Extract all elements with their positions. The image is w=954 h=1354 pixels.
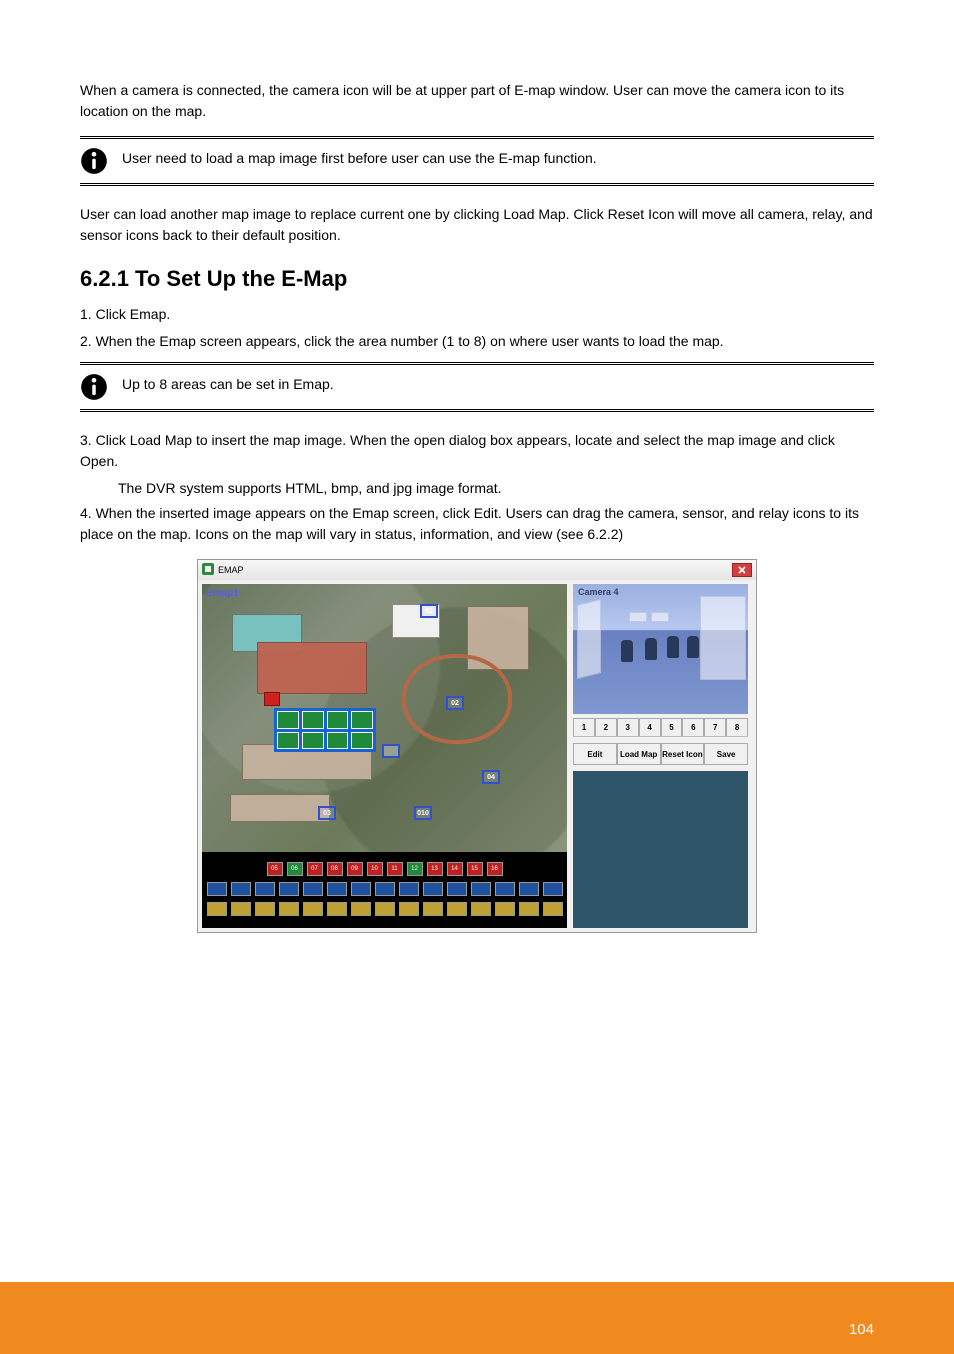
tray-icon[interactable] (423, 882, 443, 896)
tab-area-4[interactable]: 4 (639, 718, 661, 736)
tray-icon[interactable]: 10 (367, 862, 383, 876)
section-title: 6.2.1 To Set Up the E-Map (80, 266, 874, 292)
edit-button[interactable]: Edit (573, 743, 617, 765)
camera-marker[interactable]: 02 (446, 696, 464, 710)
tab-area-2[interactable]: 2 (595, 718, 617, 736)
tray-icon[interactable] (231, 902, 251, 916)
area-label: Emap1 (206, 588, 239, 599)
tray-icon[interactable] (231, 882, 251, 896)
page-number: 104 (849, 1321, 874, 1338)
tray-icon[interactable]: 06 (287, 862, 303, 876)
tab-area-5[interactable]: 5 (661, 718, 683, 736)
tray-icon[interactable] (375, 902, 395, 916)
tray-icon[interactable] (471, 882, 491, 896)
step3-num: 3. (80, 432, 92, 448)
tray-icon[interactable] (423, 902, 443, 916)
tab-area-6[interactable]: 6 (682, 718, 704, 736)
camera-marker[interactable] (382, 744, 400, 758)
tray-icon[interactable] (207, 902, 227, 916)
tray-icon[interactable]: 14 (447, 862, 463, 876)
tray-icon[interactable]: 07 (307, 862, 323, 876)
paragraph-2: User can load another map image to repla… (80, 204, 874, 246)
tray-icon[interactable]: 15 (467, 862, 483, 876)
paragraph-1: When a camera is connected, the camera i… (80, 80, 874, 122)
step1-text: Click Emap. (96, 306, 171, 322)
tray-icon[interactable]: 08 (327, 862, 343, 876)
tray-icon[interactable] (399, 902, 419, 916)
load-map-button[interactable]: Load Map (617, 743, 661, 765)
tray-icon[interactable]: 05 (267, 862, 283, 876)
note-1-text: User need to load a map image first befo… (122, 147, 874, 169)
tray-icon[interactable] (447, 882, 467, 896)
save-button[interactable]: Save (704, 743, 748, 765)
tray-icon[interactable] (471, 902, 491, 916)
tray-icon[interactable] (519, 902, 539, 916)
tray-icon[interactable]: 09 (347, 862, 363, 876)
tray-icon[interactable] (255, 902, 275, 916)
step3-text: Click Load Map to insert the map image. … (80, 432, 835, 469)
emap-titlebar[interactable]: EMAP (198, 560, 756, 580)
page-footer: 104 (0, 1282, 954, 1354)
tray-icon[interactable] (543, 902, 563, 916)
tray-icon[interactable] (207, 882, 227, 896)
tray-icon[interactable] (351, 902, 371, 916)
tray-icon[interactable] (543, 882, 563, 896)
info-panel (573, 771, 748, 928)
tab-area-8[interactable]: 8 (726, 718, 748, 736)
camera-marker[interactable]: 010 (414, 806, 432, 820)
emap-app-icon (202, 563, 214, 577)
tray-icon[interactable]: 16 (487, 862, 503, 876)
tray-icon[interactable] (399, 882, 419, 896)
close-button[interactable] (732, 563, 752, 577)
camera-preview: Camera 4 (573, 584, 748, 714)
camera-marker[interactable]: 04 (482, 770, 500, 784)
camera-marker-alert[interactable] (264, 692, 280, 706)
tray-icon[interactable]: 12 (407, 862, 423, 876)
tray-icon[interactable] (303, 902, 323, 916)
info-icon (80, 373, 108, 401)
emap-window-title: EMAP (218, 565, 244, 575)
tray-icon[interactable] (255, 882, 275, 896)
step4-text: When the inserted image appears on the E… (80, 505, 859, 542)
area-tabs: 1 2 3 4 5 6 7 8 (573, 718, 748, 737)
building-shape (230, 794, 330, 822)
icon-tray: 05 06 07 08 09 10 11 12 13 14 15 16 (202, 852, 567, 928)
note-2: Up to 8 areas can be set in Emap. (80, 362, 874, 412)
tray-icon[interactable]: 11 (387, 862, 403, 876)
building-shape (257, 642, 367, 694)
tray-icon[interactable] (495, 882, 515, 896)
camera-marker[interactable]: 03 (318, 806, 336, 820)
camera-marker[interactable]: 01 (420, 604, 438, 618)
tray-icon[interactable] (303, 882, 323, 896)
map-area[interactable]: Emap1 (202, 584, 567, 852)
reset-icon-button[interactable]: Reset Icon (661, 743, 705, 765)
icon-row-relays (207, 902, 563, 916)
tab-area-3[interactable]: 3 (617, 718, 639, 736)
icon-row-cameras: 05 06 07 08 09 10 11 12 13 14 15 16 (267, 862, 503, 876)
tray-icon[interactable] (279, 882, 299, 896)
tab-area-1[interactable]: 1 (573, 718, 595, 736)
emap-window: EMAP Emap1 (197, 559, 757, 933)
tray-icon[interactable] (351, 882, 371, 896)
note-2-text: Up to 8 areas can be set in Emap. (122, 373, 874, 395)
tab-area-7[interactable]: 7 (704, 718, 726, 736)
tray-icon[interactable] (279, 902, 299, 916)
tray-icon[interactable] (447, 902, 467, 916)
note-1: User need to load a map image first befo… (80, 136, 874, 186)
step2-num: 2. (80, 333, 92, 349)
tray-icon[interactable] (327, 902, 347, 916)
tray-icon[interactable] (519, 882, 539, 896)
tray-icon[interactable] (495, 902, 515, 916)
step3-sub: The DVR system supports HTML, bmp, and j… (118, 478, 874, 499)
info-icon (80, 147, 108, 175)
tray-icon[interactable] (375, 882, 395, 896)
tray-icon[interactable] (327, 882, 347, 896)
action-buttons: Edit Load Map Reset Icon Save (573, 743, 748, 765)
step4-num: 4. (80, 505, 92, 521)
tray-icon[interactable]: 13 (427, 862, 443, 876)
step1-num: 1. (80, 306, 92, 322)
icon-row-sensors (207, 882, 563, 896)
tennis-courts (274, 708, 376, 752)
step2-text: When the Emap screen appears, click the … (96, 333, 724, 349)
